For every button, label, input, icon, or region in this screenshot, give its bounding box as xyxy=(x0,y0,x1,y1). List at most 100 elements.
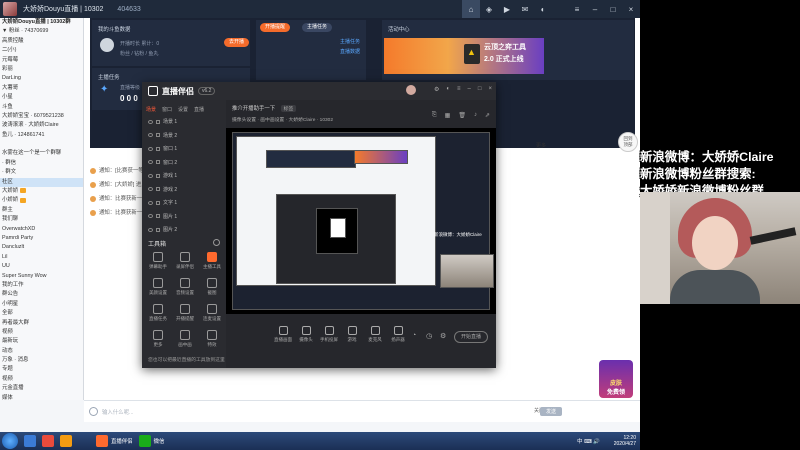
contact-item[interactable]: 群主 xyxy=(0,206,83,215)
video-icon[interactable]: ▶ xyxy=(498,0,516,18)
menu-icon[interactable]: ≡ xyxy=(457,86,461,93)
skin-icon[interactable]: ◐ xyxy=(534,0,552,18)
system-tray[interactable]: 中 ⌨ 🔊 xyxy=(577,437,600,445)
contact-item[interactable]: 斗鱼 xyxy=(0,103,83,112)
user-avatar[interactable] xyxy=(3,2,17,16)
tab-remind[interactable]: 开播提醒 xyxy=(260,23,291,32)
tool-item[interactable]: 截图 xyxy=(200,278,224,296)
tool-item[interactable]: 更多 xyxy=(146,330,170,348)
contact-item[interactable]: 视频 xyxy=(0,328,83,337)
copy-icon[interactable]: ⎘ xyxy=(432,112,437,119)
tool-item[interactable]: 弹幕助手 xyxy=(146,252,170,270)
timer-icon[interactable]: ◷ xyxy=(426,332,432,340)
scene-item[interactable]: 场景 2 xyxy=(148,132,177,139)
contact-item[interactable]: 鱼儿 · 124861741 xyxy=(0,131,83,140)
activity-banner[interactable]: 云顶之弈工具 2.0 正式上线 xyxy=(384,38,544,74)
lock-icon[interactable] xyxy=(156,214,160,219)
douyu-icon[interactable] xyxy=(60,435,72,447)
gear-icon[interactable]: ⚙ xyxy=(440,332,446,340)
contact-item[interactable]: 彩丽 xyxy=(0,65,83,74)
chat-bubble-icon[interactable]: ◔ xyxy=(412,332,416,339)
contact-item[interactable]: 最新玩 xyxy=(0,337,83,346)
contact-item[interactable]: · 群文 xyxy=(0,168,83,177)
close-icon[interactable]: × xyxy=(488,86,492,93)
contact-item[interactable] xyxy=(0,140,83,149)
lock-icon[interactable] xyxy=(156,133,160,138)
app-user-avatar[interactable] xyxy=(406,85,416,95)
browser-icon[interactable] xyxy=(24,435,36,447)
contact-item[interactable]: 元金直播 xyxy=(0,384,83,393)
contact-item[interactable]: OverwatchXD xyxy=(0,225,83,234)
contact-item[interactable]: 群公告 xyxy=(0,290,83,299)
send-button[interactable]: 发送 xyxy=(539,407,562,416)
contact-item[interactable]: Lil xyxy=(0,253,83,262)
more-link[interactable]: 更多 xyxy=(536,142,546,149)
layout-icon[interactable]: ▦ xyxy=(445,112,451,119)
live-tag[interactable]: 标签 xyxy=(280,105,297,112)
scene-item[interactable]: 窗口 1 xyxy=(148,145,177,152)
contact-item[interactable]: Pamrdi Party xyxy=(0,234,83,243)
source-toolbar[interactable]: 摄像头设置 · 画中画设置 · 大娇娇Claire · 10302 xyxy=(232,116,333,123)
tab-tasks[interactable]: 主播任务 xyxy=(302,23,333,32)
contact-item[interactable]: 我的工作 xyxy=(0,281,83,290)
contact-item[interactable]: DarLing xyxy=(0,74,83,83)
contact-item[interactable]: 大娇娇Douyu直播 | 10302群 xyxy=(0,18,83,27)
eye-icon[interactable] xyxy=(148,119,153,124)
tool-item[interactable]: 直播任务 xyxy=(146,304,170,322)
scene-item[interactable]: 游戏 2 xyxy=(148,186,177,193)
settings-icon[interactable]: ⚙ xyxy=(434,86,439,93)
go-live-button[interactable]: 去开播 xyxy=(224,38,250,47)
contact-item[interactable]: 大薯哥 xyxy=(0,84,83,93)
player-icon[interactable] xyxy=(42,435,54,447)
minimize-icon[interactable]: – xyxy=(586,0,604,18)
source-item[interactable]: 麦克风 xyxy=(364,326,386,343)
contact-item[interactable]: 动态 xyxy=(0,347,83,356)
tool-item[interactable]: 音频设置 xyxy=(173,278,197,296)
contact-item[interactable]: 大娇娇宝宝 · 6079521238 xyxy=(0,112,83,121)
contact-item[interactable]: UU xyxy=(0,262,83,271)
source-item[interactable]: 游戏 xyxy=(341,326,363,343)
message-icon[interactable]: ✉ xyxy=(516,0,534,18)
lock-icon[interactable] xyxy=(156,146,160,151)
tool-item[interactable]: 美颜设置 xyxy=(146,278,170,296)
scene-item[interactable]: 图片 1 xyxy=(148,213,177,220)
lock-icon[interactable] xyxy=(156,119,160,124)
lock-icon[interactable] xyxy=(156,187,160,192)
start-live-button[interactable]: 开始直播 xyxy=(454,331,488,343)
contact-item[interactable]: 波涛滚滚 · 大娇娇Claire xyxy=(0,121,83,130)
minimize-icon[interactable]: – xyxy=(468,86,471,93)
wechat-icon[interactable] xyxy=(138,435,151,447)
eye-icon[interactable] xyxy=(148,187,153,192)
tab-live[interactable]: 直播 xyxy=(194,106,204,113)
tool-item[interactable]: 录屏伴侣 xyxy=(173,252,197,270)
lock-icon[interactable] xyxy=(156,160,160,165)
back-to-top-button[interactable]: 回到 顶部 xyxy=(618,132,638,152)
eye-icon[interactable] xyxy=(148,160,153,165)
eye-icon[interactable] xyxy=(148,146,153,151)
scene-item[interactable]: 场景 1 xyxy=(148,118,177,125)
contact-item[interactable]: 专题 xyxy=(0,365,83,374)
emoji-icon[interactable] xyxy=(89,407,98,416)
delete-icon[interactable]: 🗑 xyxy=(458,112,466,119)
scene-item[interactable]: 图片 2 xyxy=(148,226,177,233)
contact-item[interactable]: 小娇娇 xyxy=(0,196,83,205)
eye-icon[interactable] xyxy=(148,133,153,138)
contact-item[interactable]: ▼ 粉丝 · 74370699 xyxy=(0,27,83,36)
contact-item[interactable]: 视频 xyxy=(0,375,83,384)
contact-item[interactable]: 高质控酸 xyxy=(0,37,83,46)
contact-item[interactable]: Dancluzlt xyxy=(0,243,83,252)
contact-item[interactable]: · 群信 xyxy=(0,159,83,168)
contact-item[interactable]: 全部 xyxy=(0,309,83,318)
eye-icon[interactable] xyxy=(148,214,153,219)
tool-item[interactable]: 连麦设置 xyxy=(200,304,224,322)
tab-window[interactable]: 窗口 xyxy=(162,106,172,113)
taskbar-item[interactable]: 直播伴侣 xyxy=(111,437,133,445)
promo-icon[interactable]: 皮肤 免费领 xyxy=(599,360,633,398)
tool-item[interactable]: 特效 xyxy=(200,330,224,348)
contact-item[interactable]: 大娇娇 xyxy=(0,187,83,196)
source-item[interactable]: 摄像头 xyxy=(295,326,317,343)
maximize-icon[interactable]: □ xyxy=(478,86,482,93)
live-preview[interactable]: 新浪微博：大娇娇Claire xyxy=(226,128,496,314)
tool-item[interactable]: 开播提醒 xyxy=(173,304,197,322)
chat-input[interactable]: 输入什么呢... xyxy=(102,408,133,416)
